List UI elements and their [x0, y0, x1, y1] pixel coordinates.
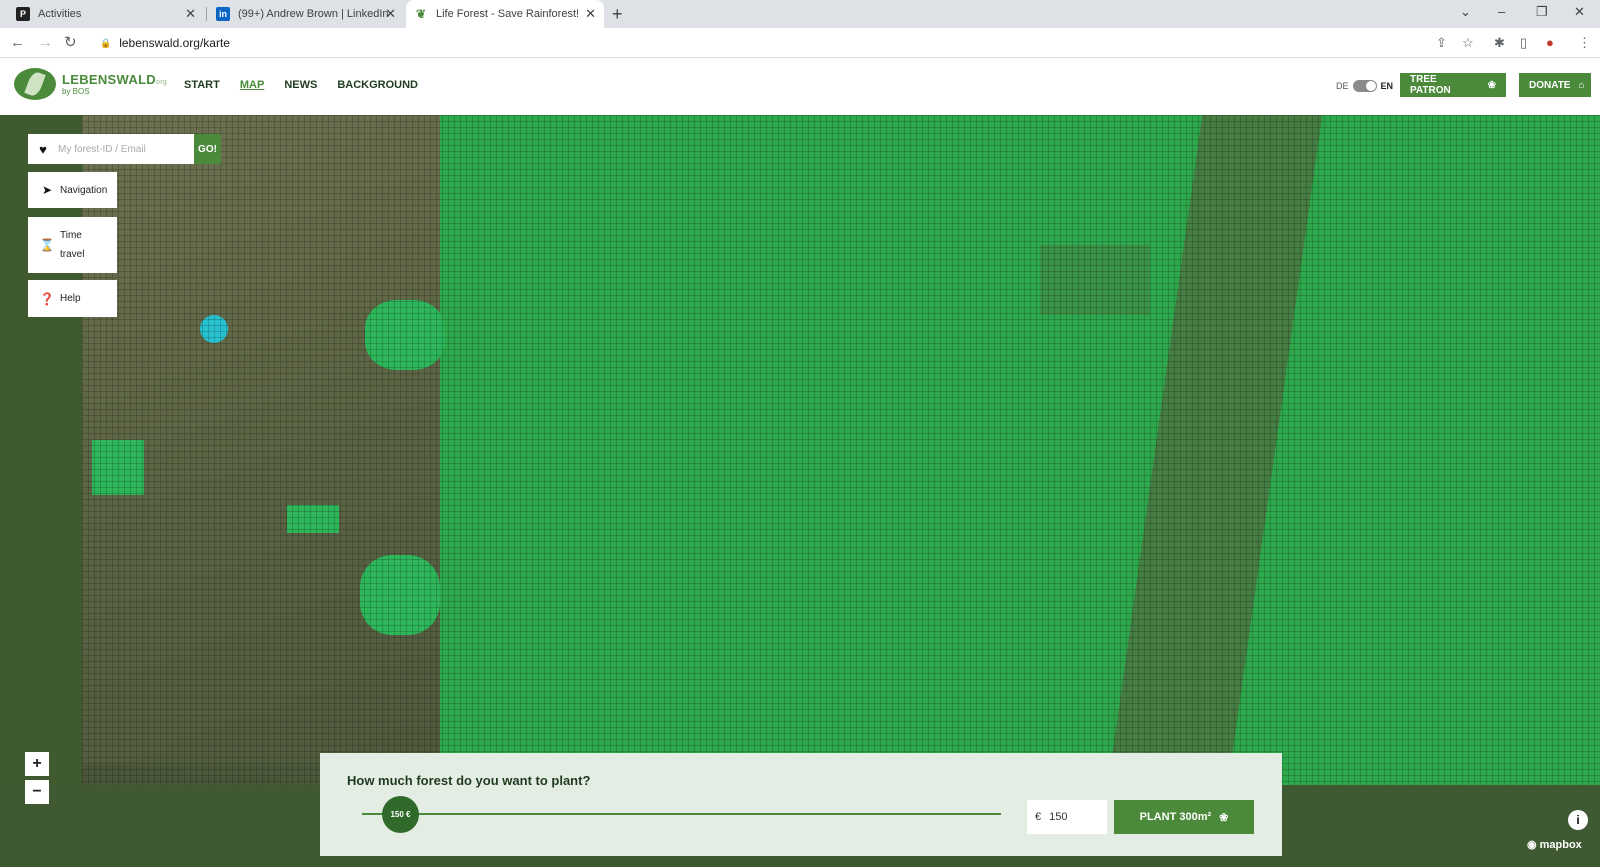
time-travel-line2: travel: [60, 249, 85, 260]
tab-close-icon[interactable]: ✕: [585, 7, 596, 21]
map-grid: [82, 115, 1600, 787]
plant-button-label: PLANT 300m²: [1139, 811, 1212, 823]
tab-divider: [206, 7, 207, 21]
share-icon[interactable]: ⇪: [1436, 35, 1447, 51]
nav-map[interactable]: MAP: [240, 79, 264, 91]
donate-button[interactable]: DONATE ⌂: [1519, 73, 1591, 97]
forest-id-input[interactable]: [58, 143, 184, 155]
tab-close-icon[interactable]: ✕: [385, 7, 396, 21]
tree-patron-label: TREE PATRON: [1410, 74, 1451, 96]
amount-field[interactable]: € 150: [1027, 800, 1107, 834]
extensions-icon[interactable]: ✱: [1494, 35, 1505, 51]
menu-kebab-icon[interactable]: ⋮: [1578, 35, 1591, 51]
currency-symbol: €: [1035, 811, 1042, 823]
main-nav: START MAP NEWS BACKGROUND: [184, 79, 418, 91]
plant-button[interactable]: PLANT 300m² ❀: [1114, 800, 1254, 834]
reload-icon[interactable]: ↻: [64, 33, 77, 53]
tab-search-icon[interactable]: ⌄: [1460, 4, 1471, 20]
restore-button[interactable]: ❐: [1536, 4, 1548, 20]
navigation-button[interactable]: ➤ Navigation: [28, 172, 117, 208]
leaf-favicon-icon: ❦: [415, 7, 427, 21]
tree-patron-button[interactable]: TREE PATRON ❀: [1400, 73, 1506, 97]
nav-news[interactable]: NEWS: [284, 79, 317, 91]
plant-panel: How much forest do you want to plant? 15…: [320, 753, 1282, 856]
tab-activities[interactable]: P Activities ✕: [8, 0, 204, 28]
amount-value: 150: [1049, 811, 1068, 823]
logo-sub-text: by BOS: [62, 86, 90, 96]
site-header: LEBENSWALDorg by BOS START MAP NEWS BACK…: [0, 58, 1600, 115]
browser-toolbar: ← → ↻ 🔒 lebenswald.org/karte ⇪ ☆ ✱ ▯ ● ⋮: [0, 28, 1600, 58]
lang-en[interactable]: EN: [1381, 81, 1394, 91]
gift-icon: ⌂: [1578, 79, 1585, 91]
tab-life-forest[interactable]: ❦ Life Forest - Save Rainforest! ✕: [406, 0, 604, 28]
amount-slider-knob[interactable]: 150 €: [382, 796, 419, 833]
time-travel-label: Time travel: [60, 226, 84, 264]
go-button[interactable]: GO!: [194, 134, 221, 164]
forward-arrow-icon[interactable]: →: [38, 33, 53, 53]
zoom-in-button[interactable]: +: [25, 752, 49, 776]
leaf-logo-icon: [14, 68, 56, 100]
nav-start[interactable]: START: [184, 79, 220, 91]
tab-linkedin[interactable]: in (99+) Andrew Brown | LinkedIn ✕: [208, 0, 404, 28]
donate-label: DONATE: [1529, 79, 1571, 91]
leaf-circle-icon: ❀: [1487, 79, 1496, 91]
activities-favicon-icon: P: [16, 7, 30, 21]
question-icon: ❓: [39, 291, 55, 306]
leaf-circle-icon: ❀: [1219, 811, 1229, 824]
side-panel-icon[interactable]: ▯: [1520, 35, 1527, 51]
tab-close-icon[interactable]: ✕: [185, 7, 196, 21]
lock-icon: 🔒: [100, 37, 112, 48]
heart-icon: ♥: [39, 141, 47, 157]
help-button[interactable]: ❓ Help: [28, 280, 117, 317]
minimize-button[interactable]: –: [1498, 4, 1505, 19]
logo-suffix: org: [156, 78, 168, 86]
plant-question: How much forest do you want to plant?: [347, 773, 591, 788]
back-arrow-icon[interactable]: ←: [10, 33, 25, 53]
address-bar[interactable]: 🔒 lebenswald.org/karte: [88, 31, 1468, 55]
tab-title: Life Forest - Save Rainforest!: [436, 8, 580, 20]
logo-main-text: LEBENSWALD: [62, 71, 156, 87]
url-text: lebenswald.org/karte: [119, 36, 230, 50]
help-label: Help: [60, 293, 81, 304]
logo-text: LEBENSWALDorg by BOS: [62, 73, 167, 96]
forest-id-search: ♥ GO!: [28, 134, 221, 164]
close-window-button[interactable]: ✕: [1574, 4, 1585, 20]
linkedin-favicon-icon: in: [216, 7, 230, 21]
language-toggle[interactable]: [1352, 80, 1377, 92]
lebenswald-logo[interactable]: LEBENSWALDorg by BOS: [14, 68, 167, 100]
zoom-out-button[interactable]: −: [25, 780, 49, 804]
time-travel-line1: Time: [60, 230, 82, 241]
navigation-label: Navigation: [60, 184, 108, 196]
mapbox-attribution[interactable]: ◉ mapbox: [1527, 838, 1582, 852]
tab-title: (99+) Andrew Brown | LinkedIn: [238, 8, 389, 20]
lang-de[interactable]: DE: [1336, 81, 1349, 91]
mapbox-logo-icon: ◉: [1527, 839, 1537, 851]
time-travel-button[interactable]: ⌛ Time travel: [28, 217, 117, 273]
bookmark-star-icon[interactable]: ☆: [1462, 35, 1474, 51]
nav-background[interactable]: BACKGROUND: [337, 79, 418, 91]
mapbox-label: mapbox: [1539, 838, 1582, 851]
language-switch: DE EN: [1336, 80, 1393, 92]
new-tab-button[interactable]: +: [612, 4, 623, 24]
tab-title: Activities: [38, 8, 82, 20]
info-icon[interactable]: i: [1568, 810, 1588, 830]
navigation-arrow-icon: ➤: [41, 183, 53, 197]
profile-icon[interactable]: ●: [1546, 35, 1554, 51]
hourglass-icon: ⌛: [39, 238, 55, 252]
amount-slider-track[interactable]: [362, 813, 1001, 815]
browser-tabbar: P Activities ✕ in (99+) Andrew Brown | L…: [0, 0, 1600, 28]
